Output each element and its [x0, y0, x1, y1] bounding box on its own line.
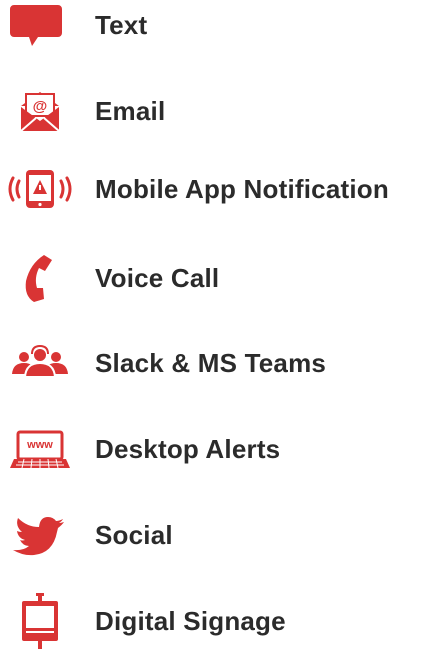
email-envelope-icon: @	[4, 81, 76, 141]
channel-label-mobile-app: Mobile App Notification	[95, 174, 389, 204]
channel-label-text: Text	[95, 10, 148, 40]
mobile-phone-alert-icon	[4, 159, 76, 219]
channel-row-email: @ Email	[0, 81, 443, 141]
channel-row-voice-call: Voice Call	[0, 248, 443, 308]
phone-handset-icon	[4, 248, 76, 308]
channel-label-desktop-alerts: Desktop Alerts	[95, 434, 281, 464]
svg-text:@: @	[33, 98, 48, 115]
digital-sign-icon	[4, 591, 76, 651]
svg-text:www: www	[26, 439, 53, 451]
channel-label-email: Email	[95, 96, 166, 126]
channel-label-social: Social	[95, 520, 173, 550]
channel-list: Text @ Email Mobile App Notification Voi…	[0, 0, 443, 654]
channel-row-social: Social	[0, 505, 443, 565]
speech-bubble-icon	[4, 0, 76, 55]
channel-row-digital-signage: Digital Signage	[0, 591, 443, 651]
channel-row-desktop-alerts: www Desktop Alerts	[0, 419, 443, 479]
channel-label-slack-teams: Slack & MS Teams	[95, 348, 327, 378]
twitter-bird-icon	[4, 505, 76, 565]
laptop-www-icon: www	[4, 419, 76, 479]
channel-label-digital-signage: Digital Signage	[95, 606, 286, 636]
people-group-icon	[4, 333, 76, 393]
channel-row-mobile-app: Mobile App Notification	[0, 159, 443, 219]
channel-row-text: Text	[0, 0, 443, 55]
channel-label-voice-call: Voice Call	[95, 263, 220, 293]
channel-row-slack-teams: Slack & MS Teams	[0, 333, 443, 393]
